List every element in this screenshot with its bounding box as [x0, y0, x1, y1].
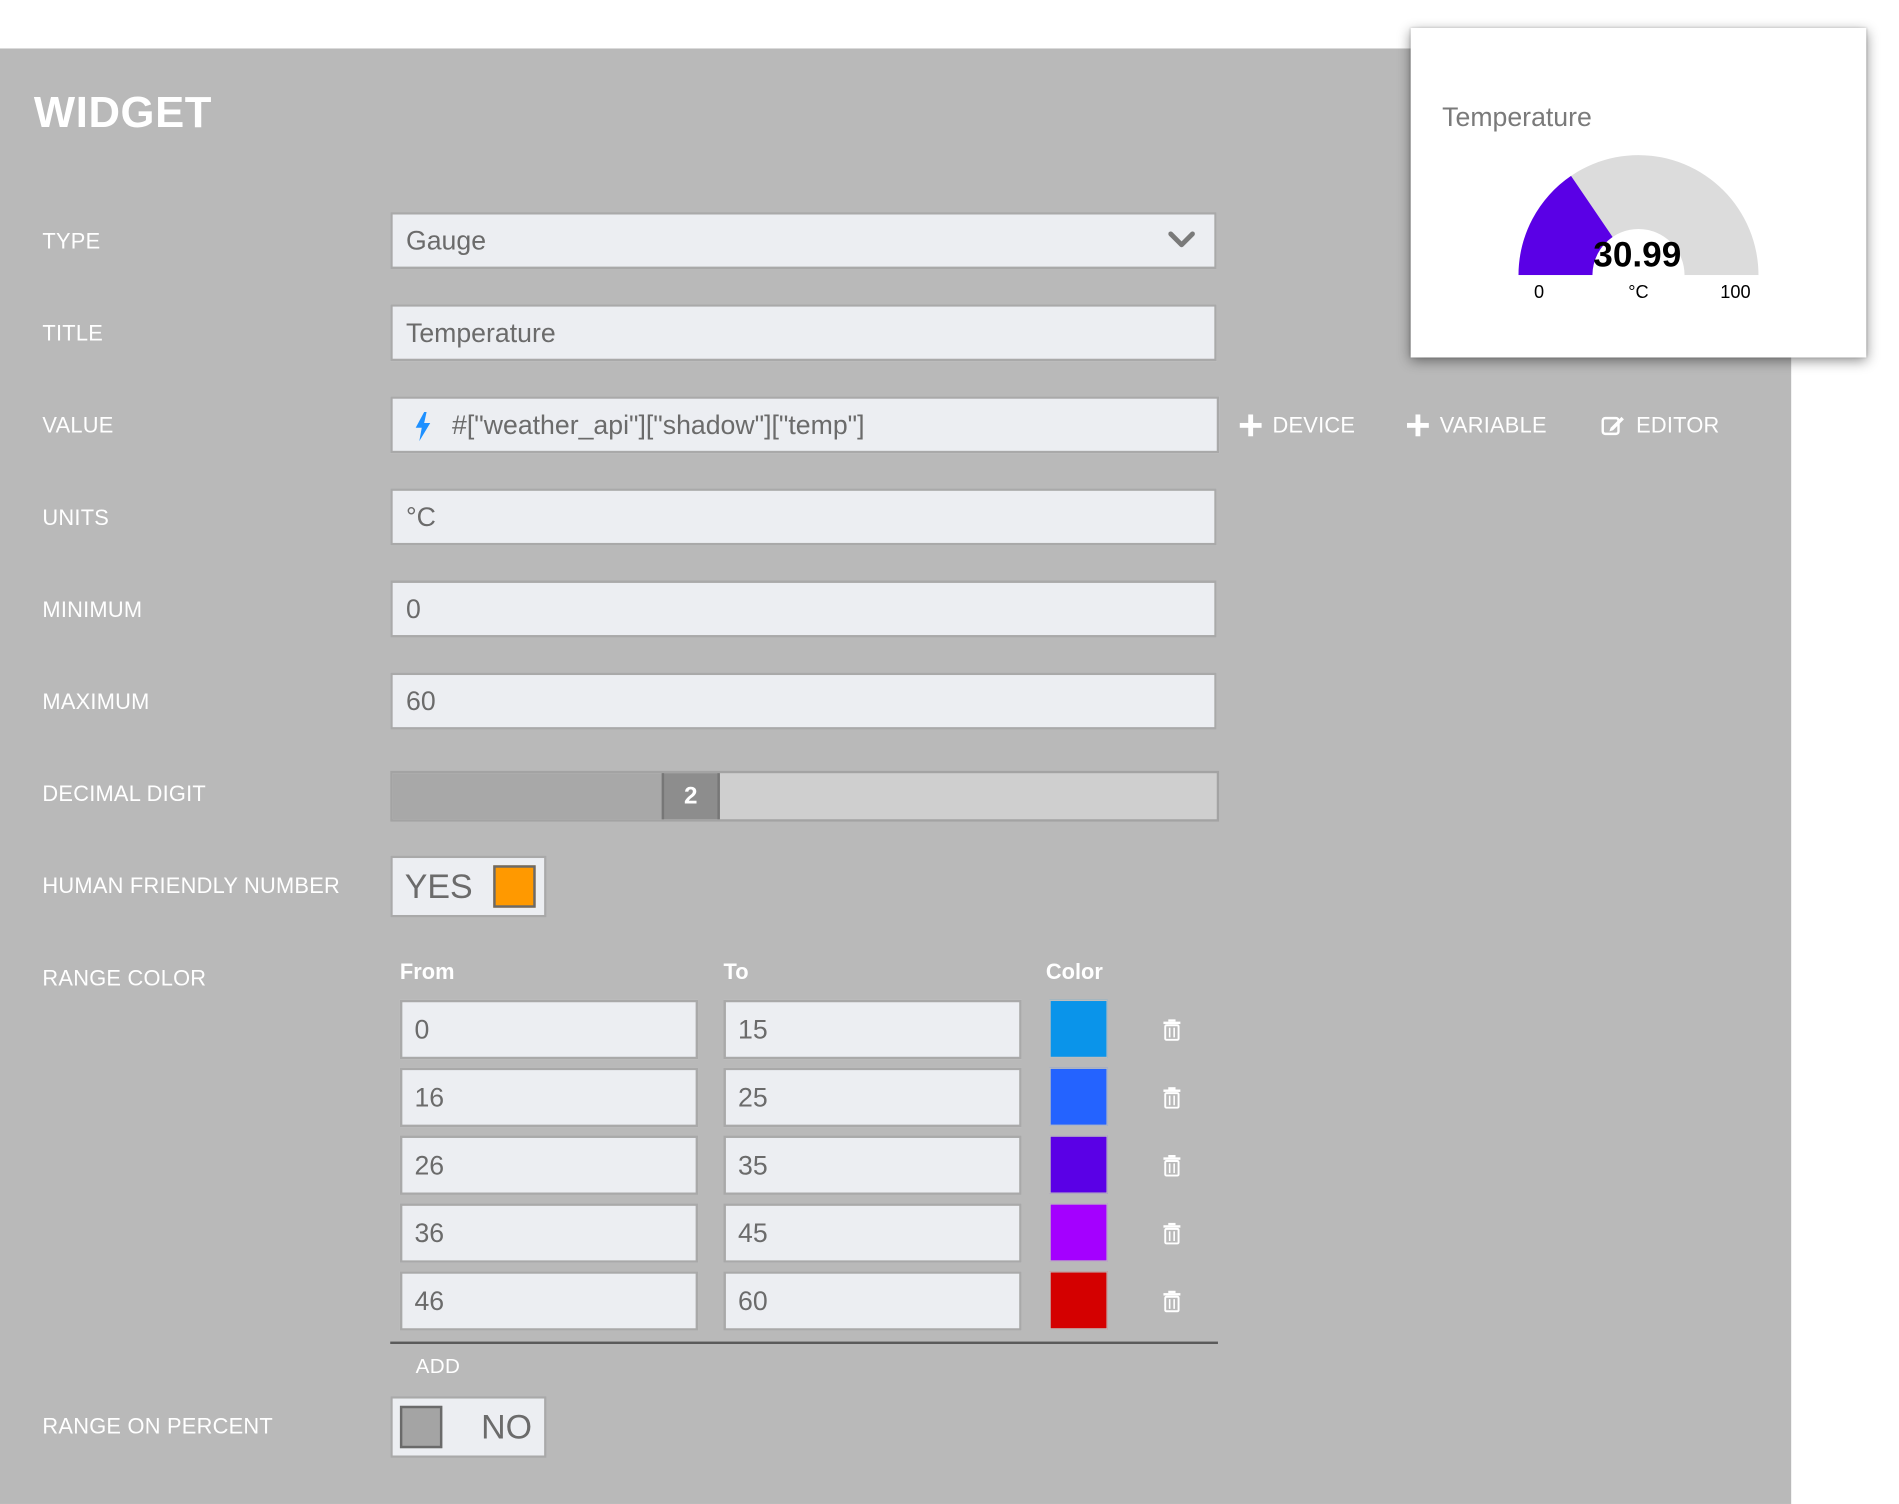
range-to-input[interactable]: 25	[723, 1067, 1022, 1128]
trash-icon[interactable]	[1162, 1019, 1181, 1041]
gauge-min-label: 0	[1534, 282, 1545, 303]
trash-icon[interactable]	[1162, 1222, 1181, 1245]
type-select-value: Gauge	[405, 225, 487, 256]
slider-fill	[392, 773, 665, 820]
widget-preview-card: Temperature 30.99 0 °C 100	[1410, 27, 1867, 358]
trash-icon[interactable]	[1162, 1154, 1181, 1177]
range-to-input[interactable]: 45	[723, 1203, 1022, 1263]
trash-icon[interactable]	[1162, 1290, 1181, 1313]
minimum-input[interactable]: 0	[390, 580, 1217, 638]
color-header: Color	[1045, 959, 1103, 985]
range-from-input[interactable]: 0	[399, 999, 699, 1060]
toggle-indicator	[493, 865, 536, 908]
decimal-digit-label: DECIMAL DIGIT	[42, 781, 206, 806]
range-divider	[390, 1341, 1218, 1344]
toggle-indicator	[399, 1405, 443, 1449]
range-to-input[interactable]: 35	[723, 1135, 1022, 1195]
color-swatch[interactable]	[1049, 1135, 1108, 1194]
range-to-input[interactable]: 60	[723, 1271, 1022, 1331]
range-from-input[interactable]: 16	[399, 1067, 699, 1128]
gauge-units-label: °C	[1628, 282, 1649, 303]
gauge-value: 30.99	[1593, 236, 1682, 276]
maximum-input[interactable]: 60	[390, 672, 1217, 730]
range-from-input[interactable]: 46	[399, 1271, 699, 1331]
minimum-label: MINIMUM	[42, 597, 143, 622]
decimal-digit-slider[interactable]: 2	[390, 770, 1220, 822]
add-variable-button[interactable]: VARIABLE	[1407, 412, 1547, 439]
edit-icon	[1601, 416, 1624, 436]
color-swatch[interactable]	[1049, 1271, 1108, 1330]
chevron-down-icon	[1168, 231, 1195, 248]
bolt-icon	[415, 412, 431, 442]
maximum-label: MAXIMUM	[42, 689, 150, 714]
value-label: VALUE	[42, 413, 114, 438]
trash-icon[interactable]	[1162, 1087, 1181, 1109]
toggle-label: YES	[404, 867, 473, 906]
add-device-button[interactable]: DEVICE	[1239, 412, 1356, 439]
add-variable-label: VARIABLE	[1439, 412, 1547, 437]
plus-icon	[1407, 414, 1429, 437]
gauge-max-label: 100	[1720, 282, 1751, 303]
toggle-label: NO	[481, 1408, 533, 1446]
editor-button[interactable]: EDITOR	[1601, 412, 1720, 439]
from-header: From	[399, 959, 455, 985]
units-label: UNITS	[42, 505, 110, 530]
value-expression: #["weather_api"]["shadow"]["temp"]	[452, 409, 865, 440]
editor-label: EDITOR	[1636, 412, 1720, 437]
title-label: TITLE	[42, 321, 104, 346]
type-select[interactable]: Gauge	[390, 212, 1217, 270]
range-on-percent-toggle[interactable]: NO	[390, 1396, 547, 1458]
color-swatch[interactable]	[1049, 1067, 1108, 1126]
range-from-input[interactable]: 36	[399, 1203, 699, 1263]
scene: WIDGET TYPE Gauge TITLE Temperature VALU…	[0, 0, 1899, 1504]
add-range-button[interactable]: ADD	[416, 1355, 461, 1379]
panel-title: WIDGET	[33, 87, 213, 137]
human-friendly-label: HUMAN FRIENDLY NUMBER	[42, 873, 341, 899]
range-from-input[interactable]: 26	[399, 1135, 699, 1195]
title-input[interactable]: Temperature	[390, 304, 1217, 362]
color-swatch[interactable]	[1049, 999, 1108, 1058]
range-on-percent-label: RANGE ON PERCENT	[42, 1414, 273, 1439]
human-friendly-toggle[interactable]: YES	[390, 855, 547, 918]
plus-icon	[1239, 414, 1262, 437]
range-to-input[interactable]: 15	[723, 999, 1022, 1060]
add-device-label: DEVICE	[1272, 412, 1356, 437]
color-swatch[interactable]	[1049, 1203, 1108, 1262]
type-label: TYPE	[42, 229, 101, 254]
slider-handle[interactable]: 2	[661, 773, 720, 820]
to-header: To	[723, 959, 749, 985]
units-input[interactable]: °C	[390, 488, 1217, 546]
value-input[interactable]: #["weather_api"]["shadow"]["temp"]	[390, 396, 1220, 454]
range-color-label: RANGE COLOR	[42, 965, 207, 991]
preview-title: Temperature	[1442, 101, 1592, 133]
